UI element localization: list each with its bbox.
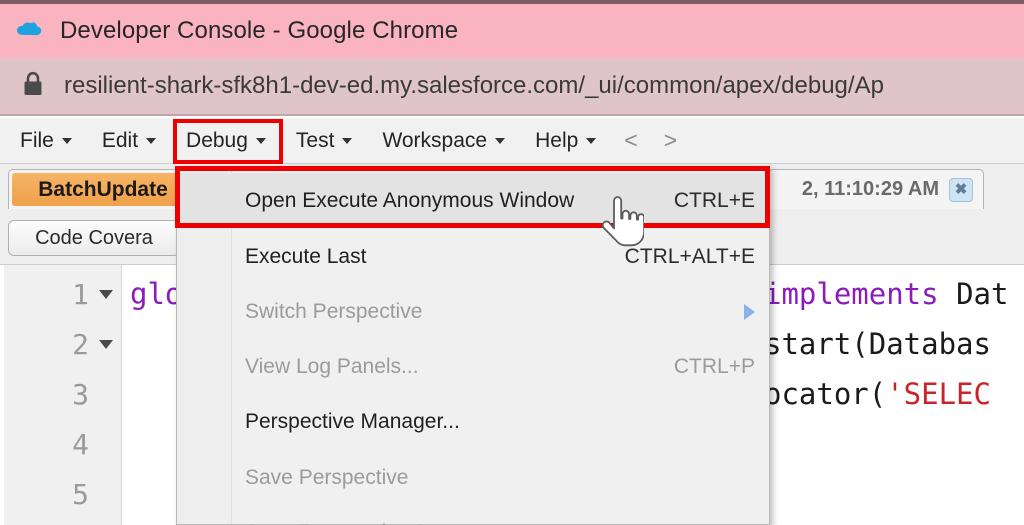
menu-option-view-log-panels: View Log Panels... CTRL+P xyxy=(233,339,769,394)
menu-option-label: View Log Panels... xyxy=(245,354,419,378)
code-line-fragment: ocator('SELEC xyxy=(764,369,991,419)
tab-batchupdate-inner: BatchUpdate xyxy=(12,173,184,206)
menu-option-label: Execute Last xyxy=(245,244,367,268)
code-keyword: implements xyxy=(764,277,939,311)
window-title: Developer Console - Google Chrome xyxy=(60,17,459,44)
line-number-row[interactable]: 2 xyxy=(72,319,113,369)
fold-triangle-icon[interactable] xyxy=(99,289,113,299)
tab-log-label: 2, 11:10:29 AM xyxy=(801,178,939,200)
line-number-gutter: 1 2 3 4 5 xyxy=(4,265,122,525)
line-number: 1 xyxy=(72,277,89,311)
chevron-down-icon xyxy=(61,137,72,144)
salesforce-cloud-icon xyxy=(12,19,46,43)
code-string: 'SELEC xyxy=(886,377,991,411)
tab-scroll-prev-button[interactable]: < xyxy=(616,125,645,156)
chevron-down-icon xyxy=(342,137,353,144)
menu-option-label: Perspective Manager... xyxy=(245,409,460,433)
menu-option-execute-last[interactable]: Execute Last CTRL+ALT+E xyxy=(233,229,769,284)
menu-option-label: Save Perspective xyxy=(245,465,409,489)
menu-item-file[interactable]: File xyxy=(10,125,82,157)
menu-item-edit[interactable]: Edit xyxy=(92,125,166,157)
debug-dropdown-menu: Open Execute Anonymous Window CTRL+E Exe… xyxy=(176,166,770,525)
line-number: 3 xyxy=(72,377,89,411)
window-title-bar: Developer Console - Google Chrome xyxy=(0,0,1024,58)
menu-item-debug[interactable]: Debug xyxy=(176,125,276,157)
url-text: resilient-shark-sfk8h1-dev-ed.my.salesfo… xyxy=(64,72,884,99)
menu-option-perspective-manager[interactable]: Perspective Manager... xyxy=(233,394,769,449)
menu-option-shortcut: CTRL+ALT+E xyxy=(624,244,755,268)
code-coverage-button[interactable]: Code Covera xyxy=(8,220,180,256)
code-line: glo xyxy=(130,269,182,319)
line-number-row[interactable]: 1 xyxy=(72,269,113,319)
menu-item-file-label: File xyxy=(20,128,54,152)
line-number-row[interactable]: 5 xyxy=(72,469,113,519)
menu-option-label: Switch Perspective xyxy=(245,299,423,323)
menu-option-save-perspective-as: Save Perspective A xyxy=(233,505,769,525)
menu-option-open-execute-anonymous-window[interactable]: Open Execute Anonymous Window CTRL+E xyxy=(177,173,769,228)
tab-batchupdate-label: BatchUpdate xyxy=(38,177,168,201)
close-icon[interactable]: ✖ xyxy=(949,177,973,202)
menu-option-save-perspective: Save Perspective xyxy=(233,450,769,505)
code-keyword: glo xyxy=(130,277,183,311)
line-number-row[interactable]: 4 xyxy=(72,419,113,469)
chevron-down-icon xyxy=(255,137,266,144)
menu-bar: File Edit Debug Test Workspace Help < > xyxy=(0,118,1024,164)
menu-item-workspace-label: Workspace xyxy=(382,128,488,152)
line-number-row[interactable]: 3 xyxy=(72,369,113,419)
fold-triangle-icon[interactable] xyxy=(99,339,113,349)
menu-option-label: Save Perspective A xyxy=(245,521,755,525)
menu-option-switch-perspective: Switch Perspective xyxy=(233,284,769,339)
menu-item-edit-label: Edit xyxy=(101,128,139,152)
code-text: ocator( xyxy=(764,377,887,411)
code-line-fragment: implements Dat xyxy=(764,269,1008,319)
menu-option-shortcut: CTRL+E xyxy=(673,188,755,212)
chevron-down-icon xyxy=(495,137,506,144)
tab-batchupdate[interactable]: BatchUpdate xyxy=(8,169,188,209)
menu-option-label: Open Execute Anonymous Window xyxy=(245,188,575,212)
browser-address-bar[interactable]: resilient-shark-sfk8h1-dev-ed.my.salesfo… xyxy=(0,58,1024,116)
tab-log[interactable]: 2, 11:10:29 AM ✖ xyxy=(768,169,984,209)
chevron-down-icon xyxy=(146,137,157,144)
menu-item-help-label: Help xyxy=(535,128,579,152)
chevron-down-icon xyxy=(586,137,597,144)
tab-scroll-next-button[interactable]: > xyxy=(656,125,685,156)
developer-console-window: Developer Console - Google Chrome resili… xyxy=(0,0,1024,525)
chevron-right-icon xyxy=(744,303,755,320)
menu-item-test-label: Test xyxy=(295,128,335,152)
line-number: 5 xyxy=(72,477,89,511)
menu-item-debug-label: Debug xyxy=(186,128,248,152)
lock-icon[interactable] xyxy=(22,71,44,102)
code-text: start(Databas xyxy=(764,327,991,361)
line-number: 2 xyxy=(72,327,89,361)
code-line-fragment: start(Databas xyxy=(764,319,991,369)
menu-option-shortcut: CTRL+P xyxy=(673,354,755,378)
menu-item-help[interactable]: Help xyxy=(525,125,606,157)
menu-item-test[interactable]: Test xyxy=(286,125,363,157)
line-number: 4 xyxy=(72,427,89,461)
menu-item-workspace[interactable]: Workspace xyxy=(372,125,515,157)
code-text: Dat xyxy=(938,277,1009,311)
